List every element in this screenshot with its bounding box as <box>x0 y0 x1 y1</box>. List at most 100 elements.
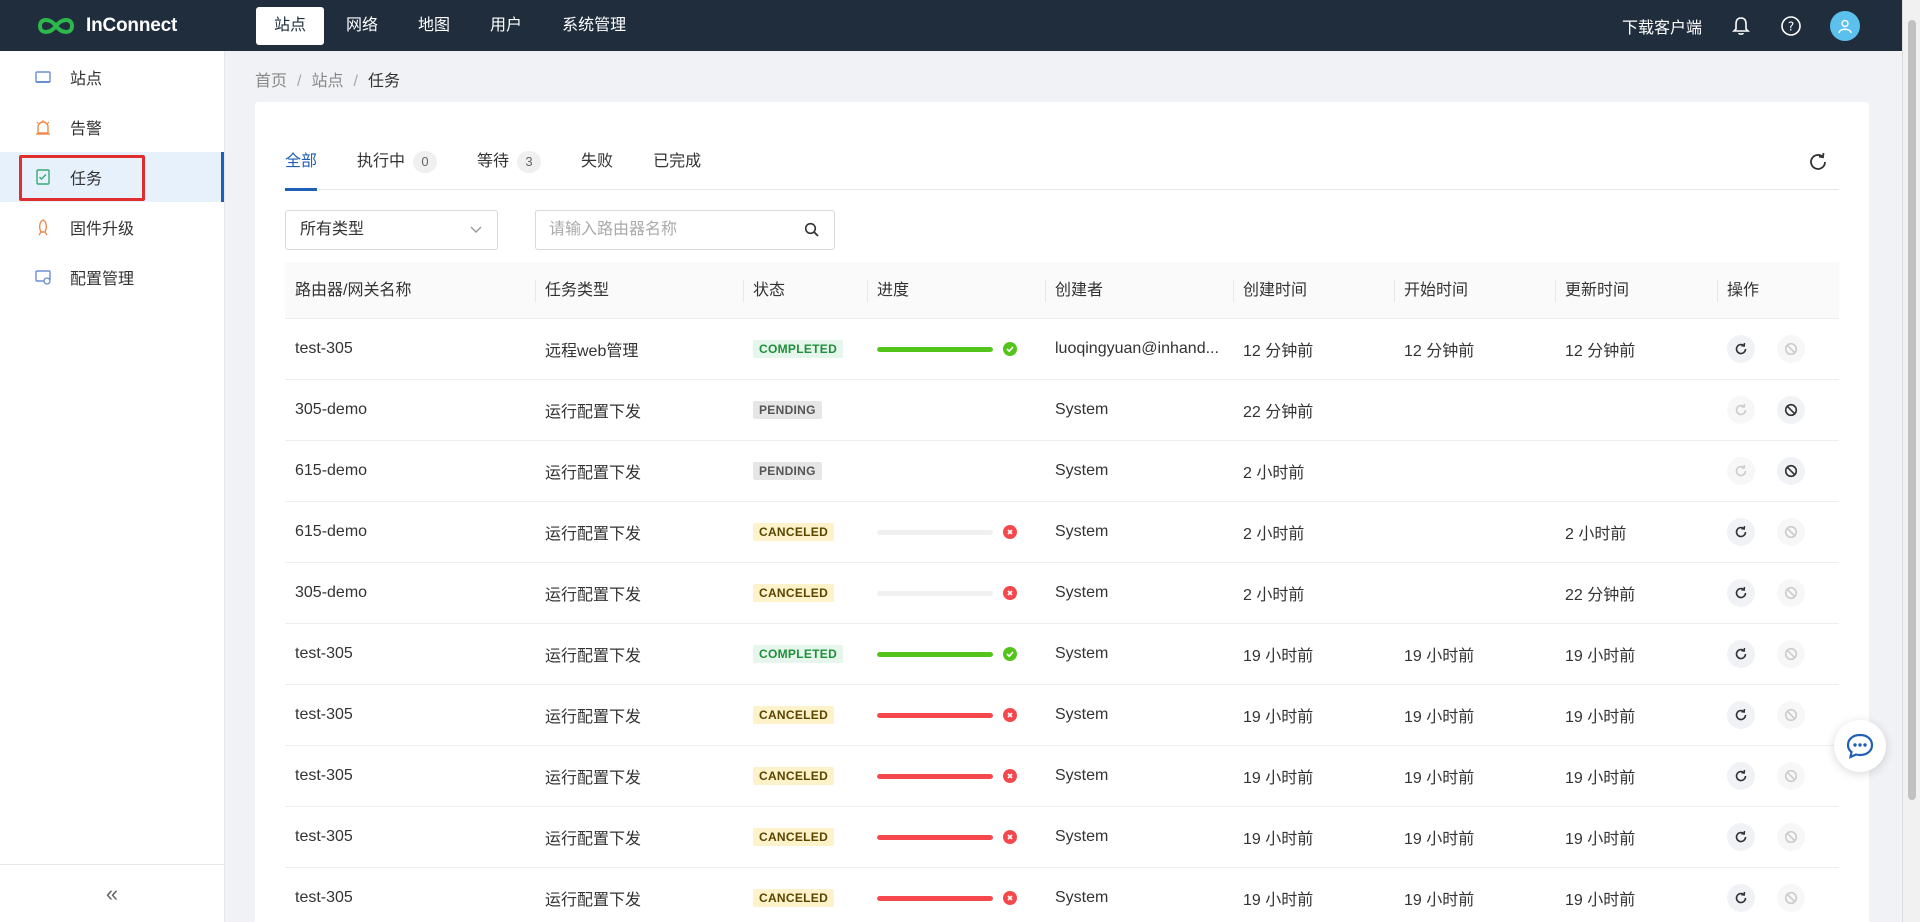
sidebar-item-1[interactable]: 告警 <box>0 102 224 152</box>
help-icon[interactable]: ? <box>1780 15 1802 37</box>
tab-3[interactable]: 失败 <box>581 142 613 190</box>
sidebar-item-3[interactable]: 固件升级 <box>0 202 224 252</box>
column-header: 操作 <box>1717 262 1839 319</box>
row-actions <box>1717 457 1839 485</box>
tab-4[interactable]: 已完成 <box>653 142 701 190</box>
row-actions <box>1717 701 1839 729</box>
scrollbar-thumb[interactable] <box>1908 20 1916 800</box>
table-row[interactable]: 305-demo 运行配置下发 PENDING System 22 分钟前 <box>285 380 1839 441</box>
task-type: 运行配置下发 <box>545 465 642 482</box>
tab-1[interactable]: 执行中 0 <box>357 142 438 190</box>
status-cell: COMPLETED <box>743 340 867 358</box>
task-type-select[interactable]: 所有类型 <box>285 210 498 250</box>
progress-cell <box>867 891 1045 905</box>
progress-track <box>877 773 993 779</box>
progress-fill <box>877 834 993 840</box>
router-name: 615-demo <box>295 523 368 540</box>
start-time: 19 小时前 <box>1404 892 1475 909</box>
sidebar-item-2[interactable]: 任务 <box>0 152 224 202</box>
creator: System <box>1055 767 1109 784</box>
alarm-icon <box>36 120 50 135</box>
retry-icon[interactable] <box>1727 762 1755 790</box>
created-time: 2 小时前 <box>1243 465 1305 482</box>
cancel-icon[interactable] <box>1777 396 1805 424</box>
tab-count-badge: 0 <box>413 151 438 173</box>
table-row[interactable]: test-305 运行配置下发 CANCELED System 19 小时前 19 小时前… <box>285 685 1839 746</box>
status-badge: PENDING <box>753 462 822 480</box>
chevron-down-icon <box>470 226 482 233</box>
site-icon <box>35 71 51 83</box>
app-logo[interactable]: InConnect <box>34 14 256 38</box>
nav-item-1[interactable]: 网络 <box>328 7 396 45</box>
retry-icon[interactable] <box>1727 640 1755 668</box>
nav-item-0[interactable]: 站点 <box>256 6 325 45</box>
retry-icon[interactable] <box>1727 335 1755 363</box>
row-actions <box>1717 579 1839 607</box>
download-client-link[interactable]: 下载客户端 <box>1622 14 1702 38</box>
start-time: 19 小时前 <box>1404 709 1475 726</box>
sidebar-item-0[interactable]: 站点 <box>0 52 224 102</box>
router-search-input[interactable] <box>536 211 786 249</box>
refresh-icon[interactable] <box>1807 151 1829 173</box>
collapse-sidebar-button[interactable]: « <box>0 864 224 922</box>
column-header: 路由器/网关名称 <box>295 281 412 299</box>
cancel-icon[interactable] <box>1777 457 1805 485</box>
main-nav: 站点 网络 地图 用户 系统管理 <box>256 0 648 51</box>
cancel-icon <box>1777 823 1805 851</box>
table-row[interactable]: 305-demo 运行配置下发 CANCELED System 2 小时前 22 分钟前 <box>285 563 1839 624</box>
table-row[interactable]: 615-demo 运行配置下发 PENDING System 2 小时前 <box>285 441 1839 502</box>
status-cell: PENDING <box>743 401 867 419</box>
table-row[interactable]: test-305 运行配置下发 COMPLETED System 19 小时前 19 小时… <box>285 624 1839 685</box>
table-row[interactable]: test-305 远程web管理 COMPLETED luoqingyuan@inha… <box>285 319 1839 380</box>
status-cell: CANCELED <box>743 523 867 541</box>
status-badge: CANCELED <box>753 828 835 846</box>
progress-track <box>877 590 993 596</box>
table-row[interactable]: test-305 运行配置下发 CANCELED System 19 小时前 19 小时前… <box>285 807 1839 868</box>
row-actions <box>1717 518 1839 546</box>
logo-icon <box>37 17 75 34</box>
tab-2[interactable]: 等待 3 <box>477 142 542 190</box>
creator: System <box>1055 584 1109 601</box>
user-avatar-icon[interactable] <box>1830 10 1860 41</box>
creator: System <box>1055 828 1109 845</box>
status-cell: PENDING <box>743 462 867 480</box>
error-x-icon <box>1003 525 1017 539</box>
retry-icon[interactable] <box>1727 884 1755 912</box>
search-icon[interactable] <box>804 222 820 238</box>
cancel-icon <box>1777 640 1805 668</box>
progress-bar <box>877 891 1045 905</box>
error-x-icon <box>1003 891 1017 905</box>
creator: System <box>1055 523 1109 540</box>
chat-support-button[interactable] <box>1834 720 1886 772</box>
table-row[interactable]: test-305 运行配置下发 CANCELED System 19 小时前 19 小时前… <box>285 746 1839 807</box>
breadcrumb-item[interactable]: 站点 <box>311 73 343 90</box>
status-badge: COMPLETED <box>753 340 844 358</box>
retry-icon[interactable] <box>1727 701 1755 729</box>
updated-time: 2 小时前 <box>1565 526 1627 543</box>
created-time: 2 小时前 <box>1243 587 1305 604</box>
progress-bar <box>877 647 1045 661</box>
retry-icon[interactable] <box>1727 579 1755 607</box>
column-header: 创建时间 <box>1233 262 1394 319</box>
table-row[interactable]: 615-demo 运行配置下发 CANCELED System 2 小时前 2 小时前 <box>285 502 1839 563</box>
nav-item-4[interactable]: 系统管理 <box>544 7 644 45</box>
created-time: 19 小时前 <box>1243 709 1314 726</box>
nav-item-3[interactable]: 用户 <box>472 7 540 45</box>
progress-bar <box>877 708 1045 722</box>
retry-icon[interactable] <box>1727 518 1755 546</box>
column-header: 开始时间 <box>1394 262 1555 319</box>
sidebar-item-4[interactable]: 配置管理 <box>0 252 224 302</box>
progress-cell <box>867 647 1045 661</box>
nav-item-2[interactable]: 地图 <box>400 7 468 45</box>
progress-fill <box>877 895 993 901</box>
tab-0[interactable]: 全部 <box>285 142 318 191</box>
updated-time: 19 小时前 <box>1565 831 1636 848</box>
sidebar: 站点 告警 任务 固件升级 配置管理 « <box>0 51 225 922</box>
router-name: 615-demo <box>295 462 368 479</box>
breadcrumb-item[interactable]: 首页 <box>255 73 287 90</box>
table-row[interactable]: test-305 运行配置下发 CANCELED System 19 小时前 19 小时前… <box>285 868 1839 922</box>
page-scrollbar[interactable] <box>1902 0 1920 922</box>
router-name: test-305 <box>295 340 353 357</box>
retry-icon[interactable] <box>1727 823 1755 851</box>
bell-icon[interactable] <box>1730 15 1752 37</box>
